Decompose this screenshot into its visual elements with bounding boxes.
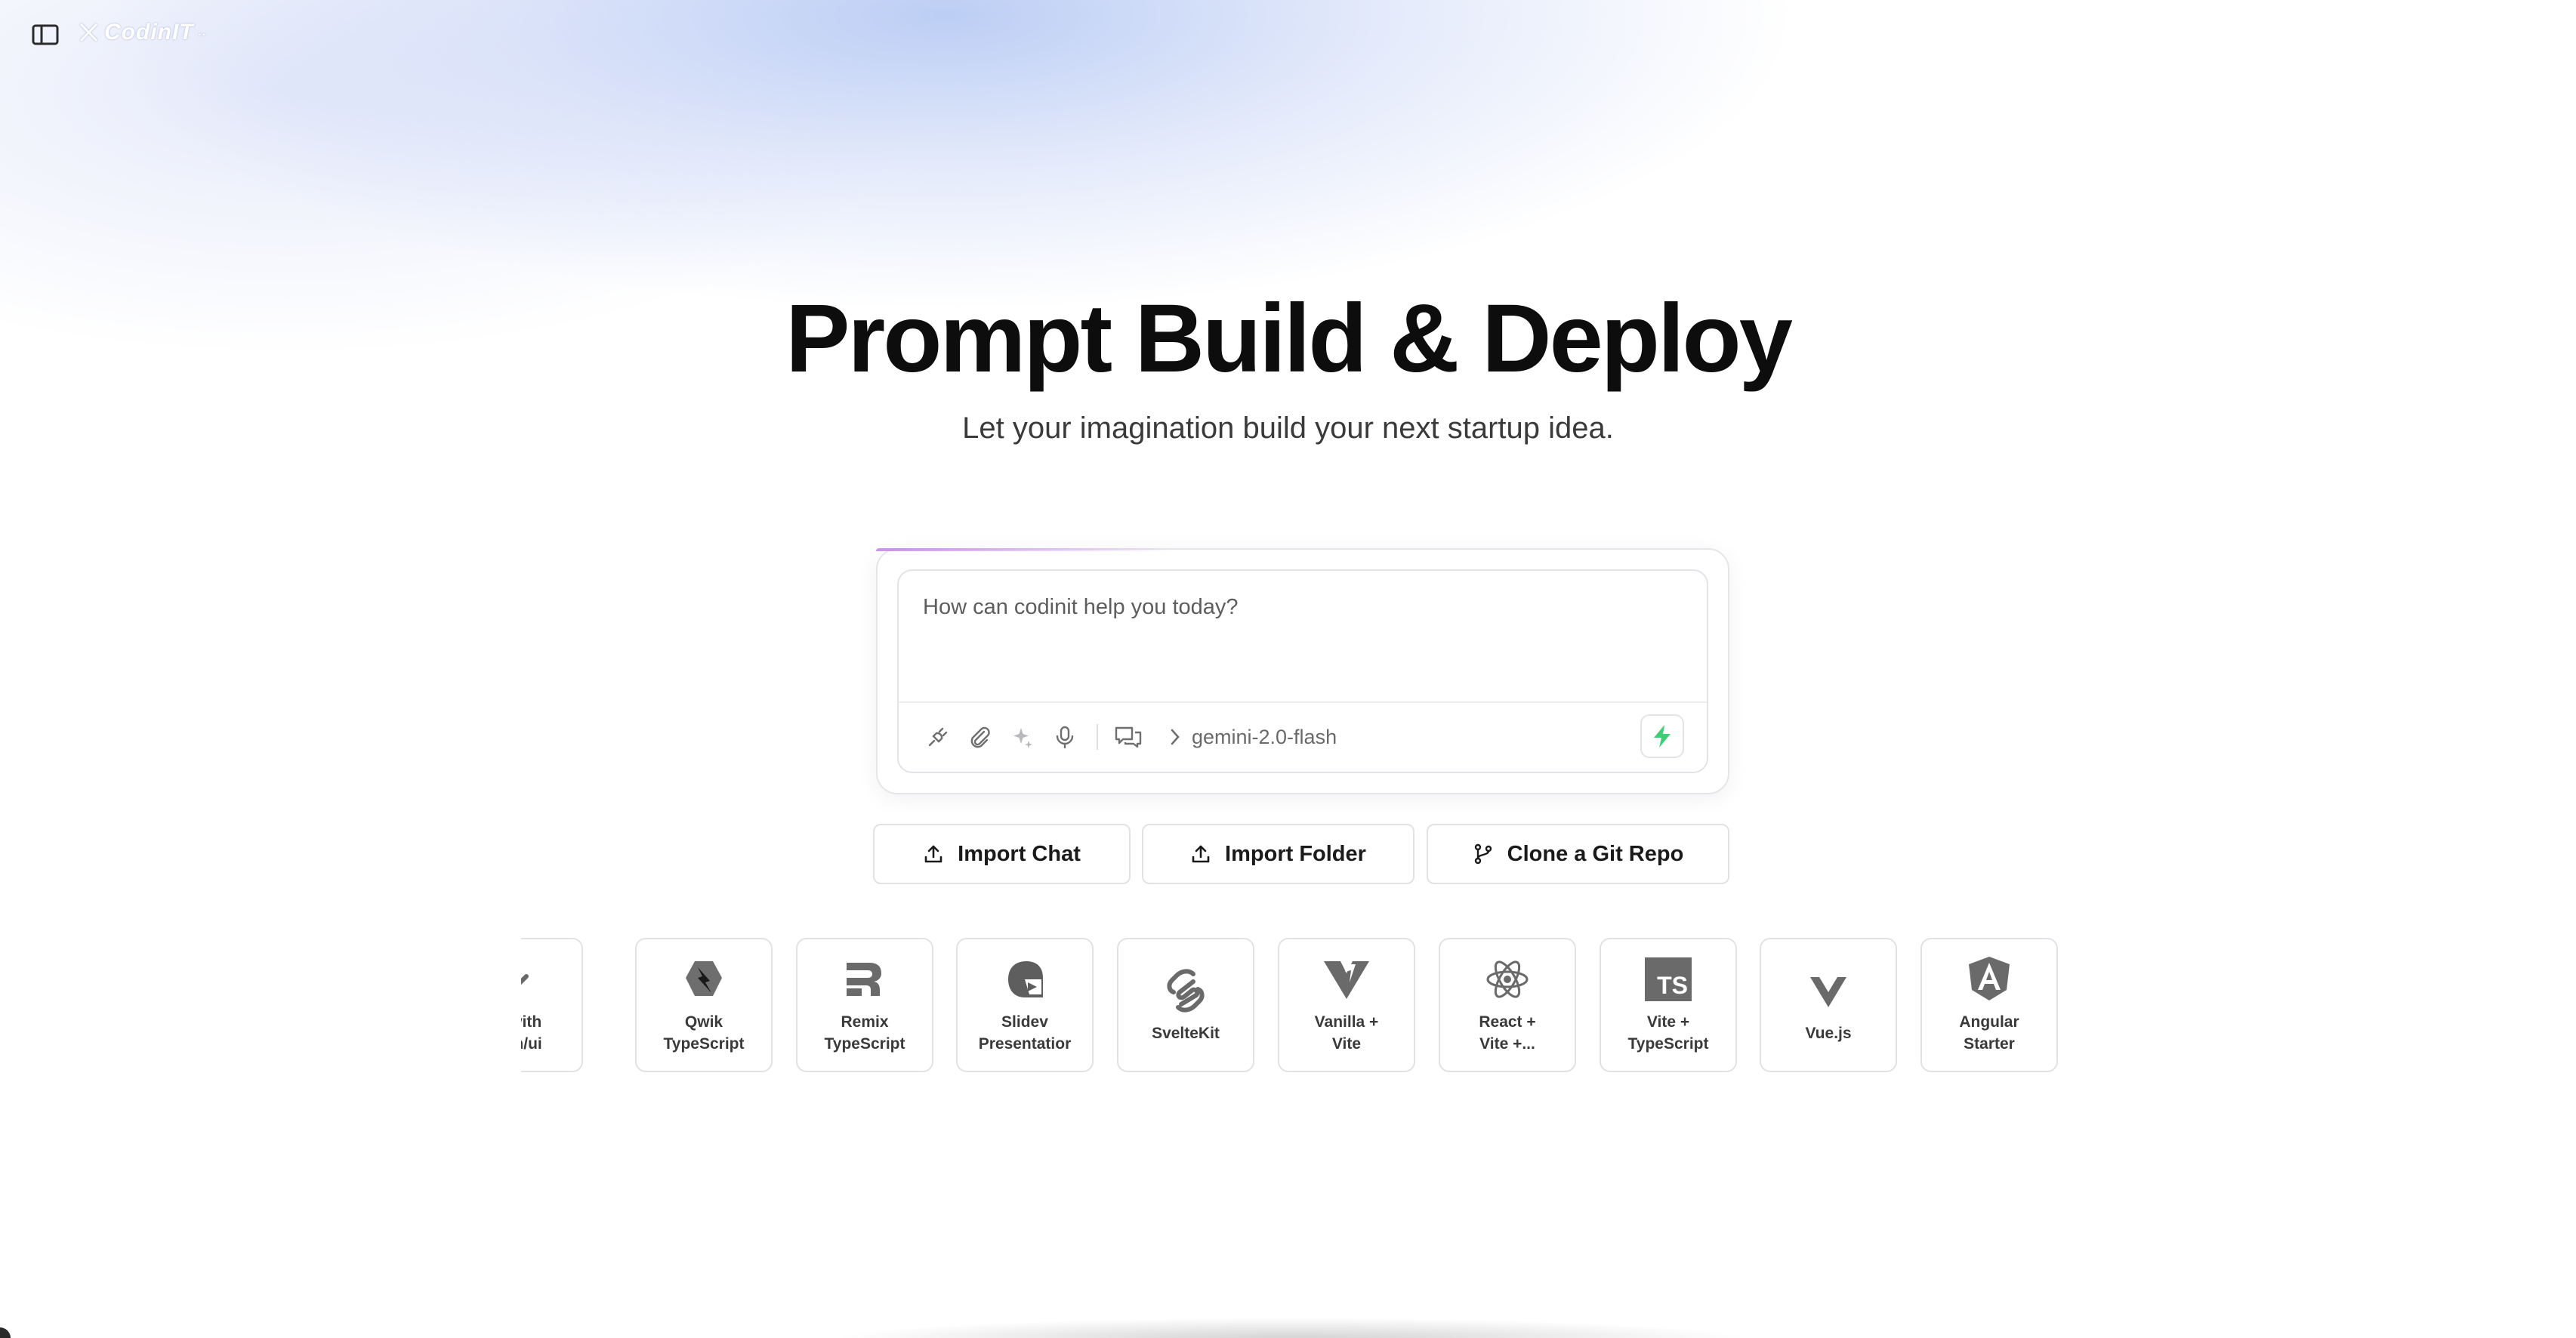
logo-suffix: .. [198, 26, 207, 39]
typescript-icon: TS [1644, 955, 1692, 1004]
template-label: Remix TypeScript [824, 1013, 905, 1053]
page: CodinIT .. Prompt Build & Deploy Let you… [0, 0, 2576, 1338]
chat-icon[interactable] [1112, 720, 1145, 754]
template-qwik[interactable]: Qwik TypeScript [635, 938, 773, 1072]
logo-mark-icon [79, 23, 98, 42]
starter-templates: ite with adcn/ui Qwik TypeScript Remix T… [521, 938, 2062, 1074]
logo-text: CodinIT [104, 20, 194, 45]
template-angular[interactable]: Angular Starter [1920, 938, 2058, 1072]
template-remix[interactable]: Remix TypeScript [796, 938, 933, 1072]
prompt-toolbar: gemini-2.0-flash [921, 714, 1684, 760]
paperclip-icon[interactable] [964, 720, 997, 754]
svelte-icon [1162, 967, 1210, 1015]
prompt-container: gemini-2.0-flash [876, 548, 1729, 794]
react-icon [1483, 955, 1532, 1004]
template-label: Qwik TypeScript [663, 1013, 745, 1053]
slidev-icon [1001, 955, 1049, 1004]
qwik-icon [680, 955, 728, 1004]
prompt-input[interactable] [921, 593, 1687, 687]
sparkles-icon[interactable] [1006, 720, 1039, 754]
send-button[interactable] [1640, 714, 1684, 758]
prompt-box: gemini-2.0-flash [897, 569, 1708, 773]
model-selector[interactable]: gemini-2.0-flash [1169, 726, 1337, 749]
template-sveltekit[interactable]: SvelteKit [1117, 938, 1254, 1072]
template-label: Angular Starter [1959, 1013, 2019, 1053]
template-label: React + Vite +... [1479, 1013, 1536, 1053]
template-label: Vue.js [1805, 1024, 1852, 1042]
ts-badge-text: TS [1657, 972, 1688, 999]
angular-icon [1965, 955, 2013, 1004]
chevron-right-icon [1171, 729, 1180, 745]
clone-git-repo-button[interactable]: Clone a Git Repo [1427, 824, 1729, 884]
template-slidev[interactable]: Slidev Presentatior [956, 938, 1094, 1072]
import-chat-label: Import Chat [958, 841, 1081, 866]
template-react-vite[interactable]: React + Vite +... [1439, 938, 1576, 1072]
page-title: Prompt Build & Deploy [785, 285, 1793, 393]
vue-icon [1804, 967, 1853, 1015]
model-name: gemini-2.0-flash [1192, 725, 1337, 748]
clone-git-repo-label: Clone a Git Repo [1507, 841, 1684, 866]
upload-icon [1192, 845, 1210, 863]
template-label: ite with adcn/ui [521, 1013, 542, 1053]
template-vanilla-vite[interactable]: Vanilla + Vite [1278, 938, 1415, 1072]
remix-icon [841, 955, 889, 1004]
plug-icon[interactable] [921, 720, 955, 754]
shadcn-icon [521, 955, 538, 1004]
template-label: Vite + TypeScript [1627, 1013, 1709, 1053]
page-subtitle: Let your imagination build your next sta… [962, 412, 1614, 445]
vite-icon [1322, 955, 1371, 1004]
lightning-icon [1654, 725, 1671, 748]
template-vite-typescript[interactable]: TS Vite + TypeScript [1600, 938, 1737, 1072]
window-corner [0, 1327, 11, 1338]
upload-icon [924, 845, 942, 863]
template-vuejs[interactable]: Vue.js [1760, 938, 1897, 1072]
toolbar-separator [1097, 724, 1098, 750]
git-branch-icon [1474, 843, 1492, 865]
sidebar-toggle-button[interactable] [29, 21, 62, 48]
import-chat-button[interactable]: Import Chat [873, 824, 1131, 884]
template-label: Slidev Presentatior [978, 1013, 1072, 1053]
template-label: Vanilla + Vite [1314, 1013, 1379, 1053]
prompt-divider [899, 701, 1707, 703]
microphone-icon[interactable] [1048, 720, 1081, 754]
app-logo[interactable]: CodinIT .. [79, 20, 207, 45]
bottom-shadow [831, 1318, 1752, 1338]
import-folder-button[interactable]: Import Folder [1142, 824, 1414, 884]
template-label: SvelteKit [1152, 1024, 1220, 1042]
import-actions: Import Chat Import Folder Clone a Git Re… [0, 824, 2576, 886]
template-shadcn[interactable]: ite with adcn/ui [521, 938, 583, 1072]
sidebar-icon [32, 24, 59, 45]
import-folder-label: Import Folder [1225, 841, 1366, 866]
